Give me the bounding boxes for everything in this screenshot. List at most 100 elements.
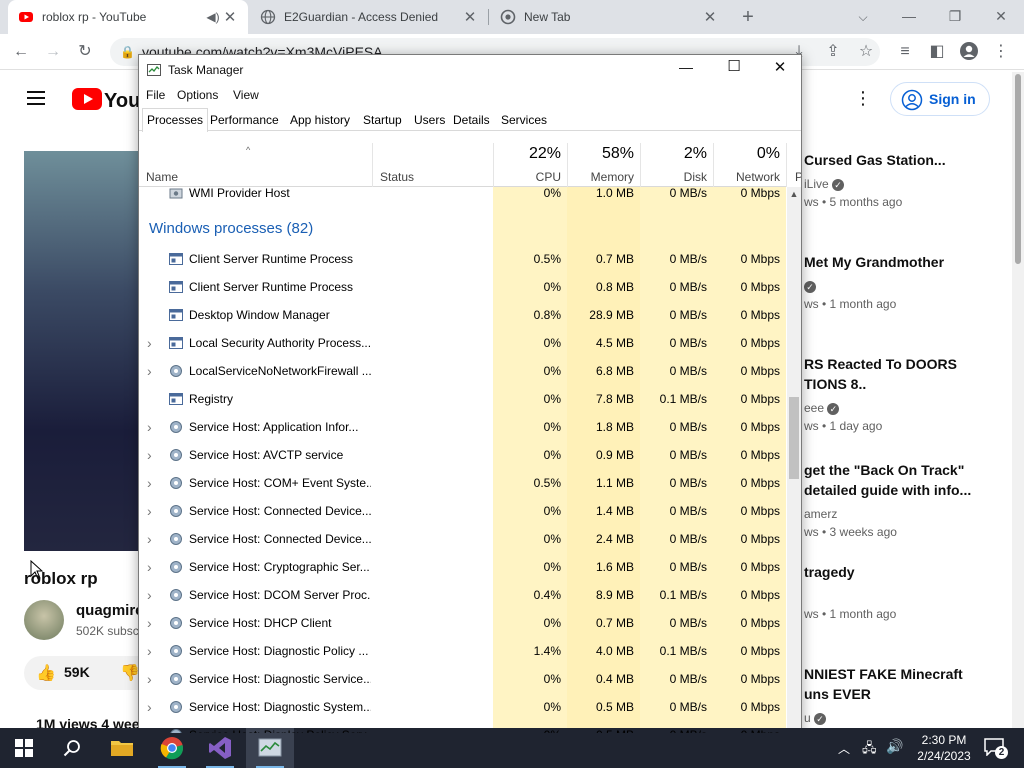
chrome-menu-icon[interactable]: ⋮ [990, 41, 1012, 63]
process-row[interactable]: › Service Host: Diagnostic System... 0% 0.5… [139, 693, 787, 721]
side-panel-icon[interactable]: ◧ [926, 41, 948, 63]
new-tab-button[interactable]: + [737, 6, 759, 28]
scroll-up-arrow-icon[interactable]: ▲ [789, 189, 799, 199]
expand-chevron-icon[interactable]: › [147, 665, 157, 693]
recommendation-channel[interactable]: u ✓ [804, 711, 827, 725]
process-row[interactable]: › Service Host: DCOM Server Proc... 0.4% 8.… [139, 581, 787, 609]
lock-icon[interactable]: 🔒 [120, 38, 135, 66]
title-bar[interactable]: Task Manager — ☐ ✕ [139, 55, 801, 85]
close-button[interactable]: ✕ [765, 58, 795, 76]
column-name[interactable]: ^ Name [139, 143, 372, 187]
notification-center-button[interactable]: 2 [982, 738, 1012, 759]
recommendation-channel[interactable]: iLive ✓ [804, 177, 845, 191]
like-button[interactable]: 👍 59K 👎 [24, 656, 140, 690]
scrollbar-thumb[interactable] [1015, 74, 1021, 264]
tab-e2guardian[interactable]: E2Guardian - Access Denied ✕ [250, 0, 488, 34]
minimize-button[interactable]: — [886, 0, 932, 34]
taskbar-task-manager[interactable] [246, 728, 294, 768]
recommendation-title[interactable]: Met My Grandmother [804, 252, 944, 272]
process-row[interactable]: › Service Host: Cryptographic Ser... 0% 1.6… [139, 553, 787, 581]
process-row[interactable]: Client Server Runtime Process 0.5% 0.7 MB 0… [139, 245, 787, 273]
tab-users[interactable]: Users [409, 108, 450, 131]
minimize-button[interactable]: — [671, 59, 701, 75]
expand-chevron-icon[interactable]: › [147, 581, 157, 609]
process-row[interactable]: › Service Host: DHCP Client 0% 0.7 MB 0 MB/s… [139, 609, 787, 637]
process-row[interactable]: › LocalServiceNoNetworkFirewall ... 0% 6.8 … [139, 357, 787, 385]
expand-chevron-icon[interactable]: › [147, 609, 157, 637]
recommendation-title-line[interactable]: uns EVER [804, 684, 871, 704]
expand-chevron-icon[interactable]: › [147, 469, 157, 497]
column-network[interactable]: 0% Network [713, 143, 786, 187]
column-status[interactable]: Status [372, 143, 493, 187]
recommendation-title[interactable]: NNIEST FAKE Minecraft [804, 664, 963, 684]
process-row[interactable]: › Service Host: Connected Device... 0% 1.4 … [139, 497, 787, 525]
expand-chevron-icon[interactable]: › [147, 553, 157, 581]
expand-chevron-icon[interactable]: › [147, 357, 157, 385]
process-row[interactable]: › Service Host: Diagnostic Policy ... 1.4%… [139, 637, 787, 665]
taskbar-visual-studio[interactable] [196, 728, 244, 768]
tab-details[interactable]: Details [448, 108, 495, 131]
speaker-icon[interactable]: ◀) [204, 10, 222, 24]
tab-performance[interactable]: Performance [205, 108, 284, 131]
close-window-button[interactable]: ✕ [978, 0, 1024, 34]
tab-processes[interactable]: Processes [142, 108, 209, 132]
recommendation-title[interactable]: Cursed Gas Station... [804, 150, 946, 170]
process-row[interactable]: › Local Security Authority Process... 0% 4.… [139, 329, 787, 357]
more-options-icon[interactable]: ⋮ [854, 88, 872, 109]
process-row[interactable]: › Service Host: COM+ Event Syste... 0.5% 1.… [139, 469, 787, 497]
tab-youtube[interactable]: roblox rp - YouTube ◀) ✕ [8, 0, 248, 34]
profile-avatar-icon[interactable] [958, 41, 980, 63]
process-row[interactable]: › Service Host: Application Infor... 0% 1.8… [139, 413, 787, 441]
menu-options[interactable]: Options [177, 88, 218, 102]
recommendation-title-line[interactable]: detailed guide with info... [804, 480, 971, 500]
recommendation-channel[interactable]: amerz [804, 507, 837, 521]
sign-in-button[interactable]: Sign in [890, 82, 990, 116]
back-arrow-icon[interactable]: ← [10, 41, 32, 63]
recommendation-title-line[interactable]: TIONS 8.. [804, 374, 866, 394]
close-tab-icon[interactable]: ✕ [462, 8, 478, 26]
thumbs-down-icon[interactable]: 👎 [120, 663, 140, 683]
process-row[interactable]: › Service Host: Connected Device... 0% 2.4 … [139, 525, 787, 553]
process-row[interactable]: › Service Host: AVCTP service 0% 0.9 MB 0 MB… [139, 441, 787, 469]
close-tab-icon[interactable]: ✕ [702, 8, 718, 26]
close-tab-icon[interactable]: ✕ [222, 8, 238, 26]
search-button[interactable] [48, 728, 96, 768]
network-icon[interactable]: 🖧 [862, 739, 877, 761]
column-disk[interactable]: 2% Disk [640, 143, 713, 187]
bookmark-star-icon[interactable]: ☆ [855, 41, 877, 63]
process-row[interactable]: Client Server Runtime Process 0% 0.8 MB 0 M… [139, 273, 787, 301]
show-hidden-icons-chevron-icon[interactable]: ︿ [838, 740, 850, 757]
video-player[interactable] [24, 151, 138, 551]
forward-arrow-icon[interactable]: → [42, 41, 64, 63]
expand-chevron-icon[interactable]: › [147, 441, 157, 469]
process-row[interactable]: Registry 0% 7.8 MB 0.1 MB/s 0 Mbps [139, 385, 787, 413]
channel-name[interactable]: quagmire [76, 602, 144, 619]
recommendation-title[interactable]: tragedy [804, 562, 855, 582]
process-row[interactable]: ›Service Host: Display Policy Serv...0%0… [139, 721, 787, 733]
column-memory[interactable]: 58% Memory [567, 143, 640, 187]
expand-chevron-icon[interactable]: › [147, 721, 157, 733]
column-cpu[interactable]: 22% CPU [493, 143, 567, 187]
taskbar-file-explorer[interactable] [98, 728, 146, 768]
tab-app-history[interactable]: App history [285, 108, 355, 131]
process-row[interactable]: › Service Host: Diagnostic Service... 0% 0.… [139, 665, 787, 693]
expand-chevron-icon[interactable]: › [147, 413, 157, 441]
recommendation-title[interactable]: RS Reacted To DOORS [804, 354, 957, 374]
column-power[interactable]: P [786, 143, 801, 187]
reload-icon[interactable]: ↻ [74, 41, 96, 63]
restore-button[interactable]: ❐ [932, 0, 978, 34]
tab-new-tab[interactable]: New Tab ✕ [490, 0, 728, 34]
expand-chevron-icon[interactable]: › [147, 637, 157, 665]
recommendation-channel[interactable]: eee ✓ [804, 401, 840, 415]
process-list-scrollbar[interactable]: ▲ [787, 187, 801, 733]
expand-chevron-icon[interactable]: › [147, 693, 157, 721]
share-icon[interactable]: ⇪ [822, 41, 844, 63]
clock[interactable]: 2:30 PM 2/24/2023 [912, 732, 976, 764]
media-control-icon[interactable]: ≡ [894, 41, 916, 63]
hamburger-menu-icon[interactable] [26, 88, 46, 111]
scrollbar-thumb[interactable] [789, 397, 799, 479]
process-row[interactable]: WMI Provider Host 0% 1.0 MB 0 MB/s 0 Mbp… [139, 187, 787, 205]
start-button[interactable] [0, 728, 48, 768]
taskbar-chrome[interactable] [148, 728, 196, 768]
expand-chevron-icon[interactable]: › [147, 497, 157, 525]
